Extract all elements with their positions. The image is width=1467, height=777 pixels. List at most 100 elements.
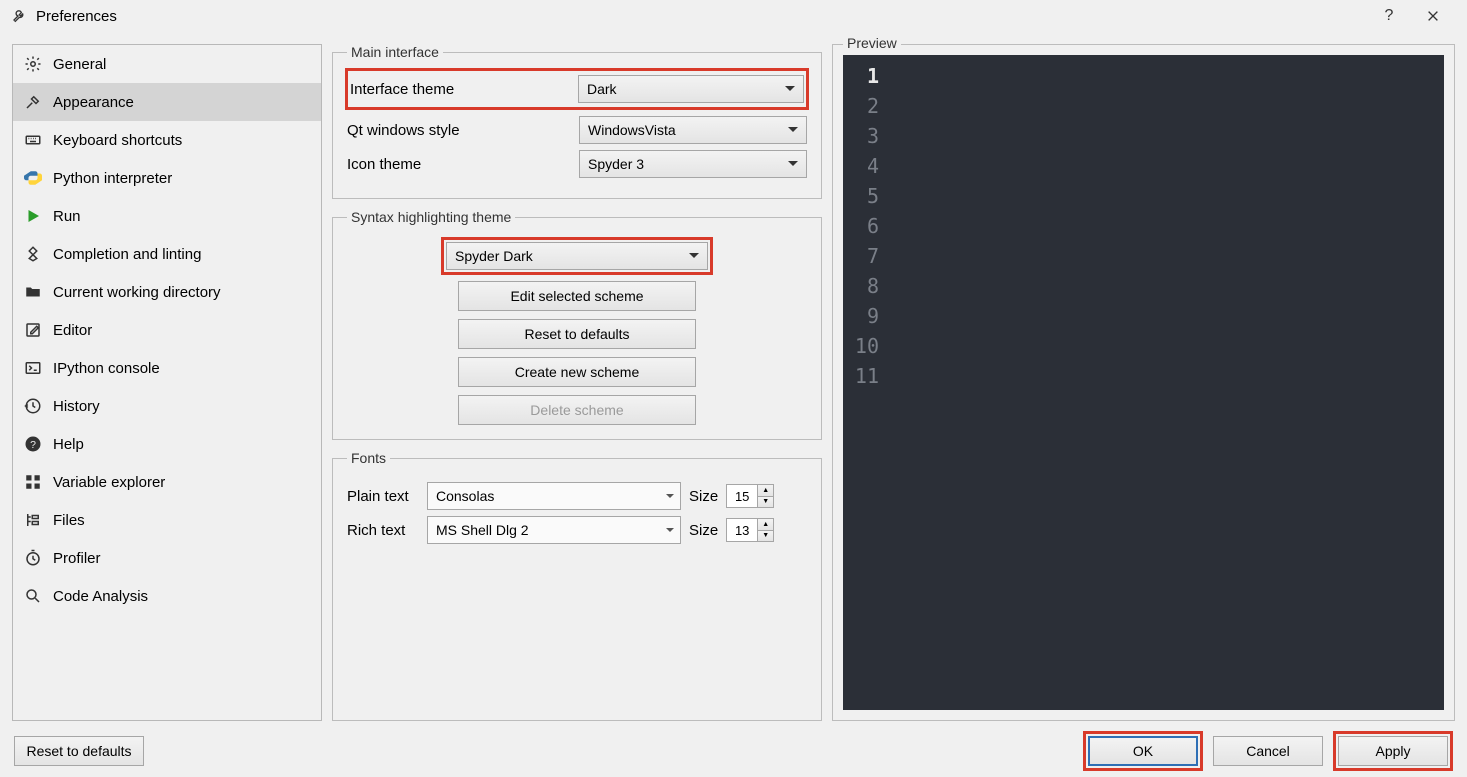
play-icon [23,206,43,226]
interface-theme-combo[interactable]: Dark [578,75,804,103]
sidebar-item-completion-linting[interactable]: Completion and linting [13,235,321,273]
reset-defaults-button[interactable]: Reset to defaults [14,736,144,766]
sidebar-item-label: General [53,56,106,73]
sidebar-item-current-working-directory[interactable]: Current working directory [13,273,321,311]
line-number: 11 [843,361,879,391]
sidebar-item-general[interactable]: General [13,45,321,83]
line-number: 6 [843,211,879,241]
line-number: 3 [843,121,879,151]
sidebar-item-code-analysis[interactable]: Code Analysis [13,577,321,615]
edit-scheme-button[interactable]: Edit selected scheme [458,281,696,311]
grid-icon [23,472,43,492]
sidebar-item-python-interpreter[interactable]: Python interpreter [13,159,321,197]
category-list: General Appearance Keyboard shortcuts Py… [12,44,322,721]
sidebar-item-help[interactable]: ? Help [13,425,321,463]
sidebar-item-label: Help [53,436,84,453]
editor-preview: 1234567891011 [843,55,1444,710]
sidebar-item-label: Variable explorer [53,474,165,491]
rich-text-label: Rich text [347,522,419,539]
syntax-scheme-combo[interactable]: Spyder Dark [446,242,708,270]
line-number: 8 [843,271,879,301]
fonts-group: Fonts Plain text Consolas Size ▲ ▼ Rich … [332,450,822,721]
edit-icon [23,320,43,340]
apply-button[interactable]: Apply [1338,736,1448,766]
sidebar-item-label: Completion and linting [53,246,201,263]
rich-font-value: MS Shell Dlg 2 [436,522,529,538]
spin-down-icon[interactable]: ▼ [758,531,773,542]
interface-theme-label: Interface theme [350,81,570,98]
sidebar-item-ipython-console[interactable]: IPython console [13,349,321,387]
main-area: General Appearance Keyboard shortcuts Py… [0,32,1467,733]
qt-style-combo[interactable]: WindowsVista [579,116,807,144]
sidebar-item-run[interactable]: Run [13,197,321,235]
history-icon [23,396,43,416]
diamond-icon [23,244,43,264]
rich-size-spinner[interactable]: ▲ ▼ [726,518,774,542]
sidebar-item-label: Run [53,208,81,225]
sidebar-item-appearance[interactable]: Appearance [13,83,321,121]
annotation-scheme-highlight: Spyder Dark [441,237,713,275]
rich-size-value[interactable] [726,518,758,542]
sidebar-item-history[interactable]: History [13,387,321,425]
plain-font-combo[interactable]: Consolas [427,482,681,510]
sidebar-item-editor[interactable]: Editor [13,311,321,349]
cancel-button[interactable]: Cancel [1213,736,1323,766]
rich-font-combo[interactable]: MS Shell Dlg 2 [427,516,681,544]
annotation-apply-highlight: Apply [1333,731,1453,771]
files-tree-icon [23,510,43,530]
close-button[interactable] [1411,2,1455,30]
folder-icon [23,282,43,302]
python-icon [23,168,43,188]
icon-theme-combo[interactable]: Spyder 3 [579,150,807,178]
line-number: 9 [843,301,879,331]
spin-up-icon[interactable]: ▲ [758,519,773,531]
line-number: 1 [843,61,879,91]
reset-scheme-button[interactable]: Reset to defaults [458,319,696,349]
icon-theme-label: Icon theme [347,156,571,173]
sidebar-item-label: Keyboard shortcuts [53,132,182,149]
code-area [887,55,1444,710]
help-button[interactable]: ? [1367,7,1411,25]
annotation-ok-highlight: OK [1083,731,1203,771]
main-interface-group: Main interface Interface theme Dark Qt w… [332,44,822,199]
fonts-legend: Fonts [347,450,390,466]
syntax-highlighting-group: Syntax highlighting theme Spyder Dark Ed… [332,209,822,440]
sidebar-item-files[interactable]: Files [13,501,321,539]
settings-panel: Main interface Interface theme Dark Qt w… [332,44,822,721]
console-icon [23,358,43,378]
plain-font-value: Consolas [436,488,494,504]
main-interface-legend: Main interface [347,44,443,60]
gear-icon [23,54,43,74]
sidebar-item-label: Code Analysis [53,588,148,605]
plain-text-label: Plain text [347,488,419,505]
titlebar: Preferences ? [0,0,1467,32]
annotation-interface-theme-highlight: Interface theme Dark [345,68,809,110]
delete-scheme-button: Delete scheme [458,395,696,425]
spin-up-icon[interactable]: ▲ [758,485,773,497]
sidebar-item-label: Profiler [53,550,101,567]
stopwatch-icon [23,548,43,568]
create-scheme-button[interactable]: Create new scheme [458,357,696,387]
keyboard-icon [23,130,43,150]
sidebar-item-keyboard-shortcuts[interactable]: Keyboard shortcuts [13,121,321,159]
plain-size-label: Size [689,488,718,505]
line-number-gutter: 1234567891011 [843,55,887,710]
line-number: 4 [843,151,879,181]
line-number: 7 [843,241,879,271]
icon-theme-value: Spyder 3 [588,156,644,172]
spin-down-icon[interactable]: ▼ [758,497,773,508]
plain-size-spinner[interactable]: ▲ ▼ [726,484,774,508]
sidebar-item-label: Files [53,512,85,529]
ok-button[interactable]: OK [1088,736,1198,766]
sidebar-item-label: Python interpreter [53,170,172,187]
sidebar-item-variable-explorer[interactable]: Variable explorer [13,463,321,501]
sidebar-item-profiler[interactable]: Profiler [13,539,321,577]
syntax-legend: Syntax highlighting theme [347,209,515,225]
sidebar-item-label: IPython console [53,360,160,377]
sidebar-item-label: Editor [53,322,92,339]
plain-size-value[interactable] [726,484,758,508]
interface-theme-value: Dark [587,81,617,97]
question-circle-icon: ? [23,434,43,454]
sidebar-item-label: Current working directory [53,284,221,301]
magnify-icon [23,586,43,606]
